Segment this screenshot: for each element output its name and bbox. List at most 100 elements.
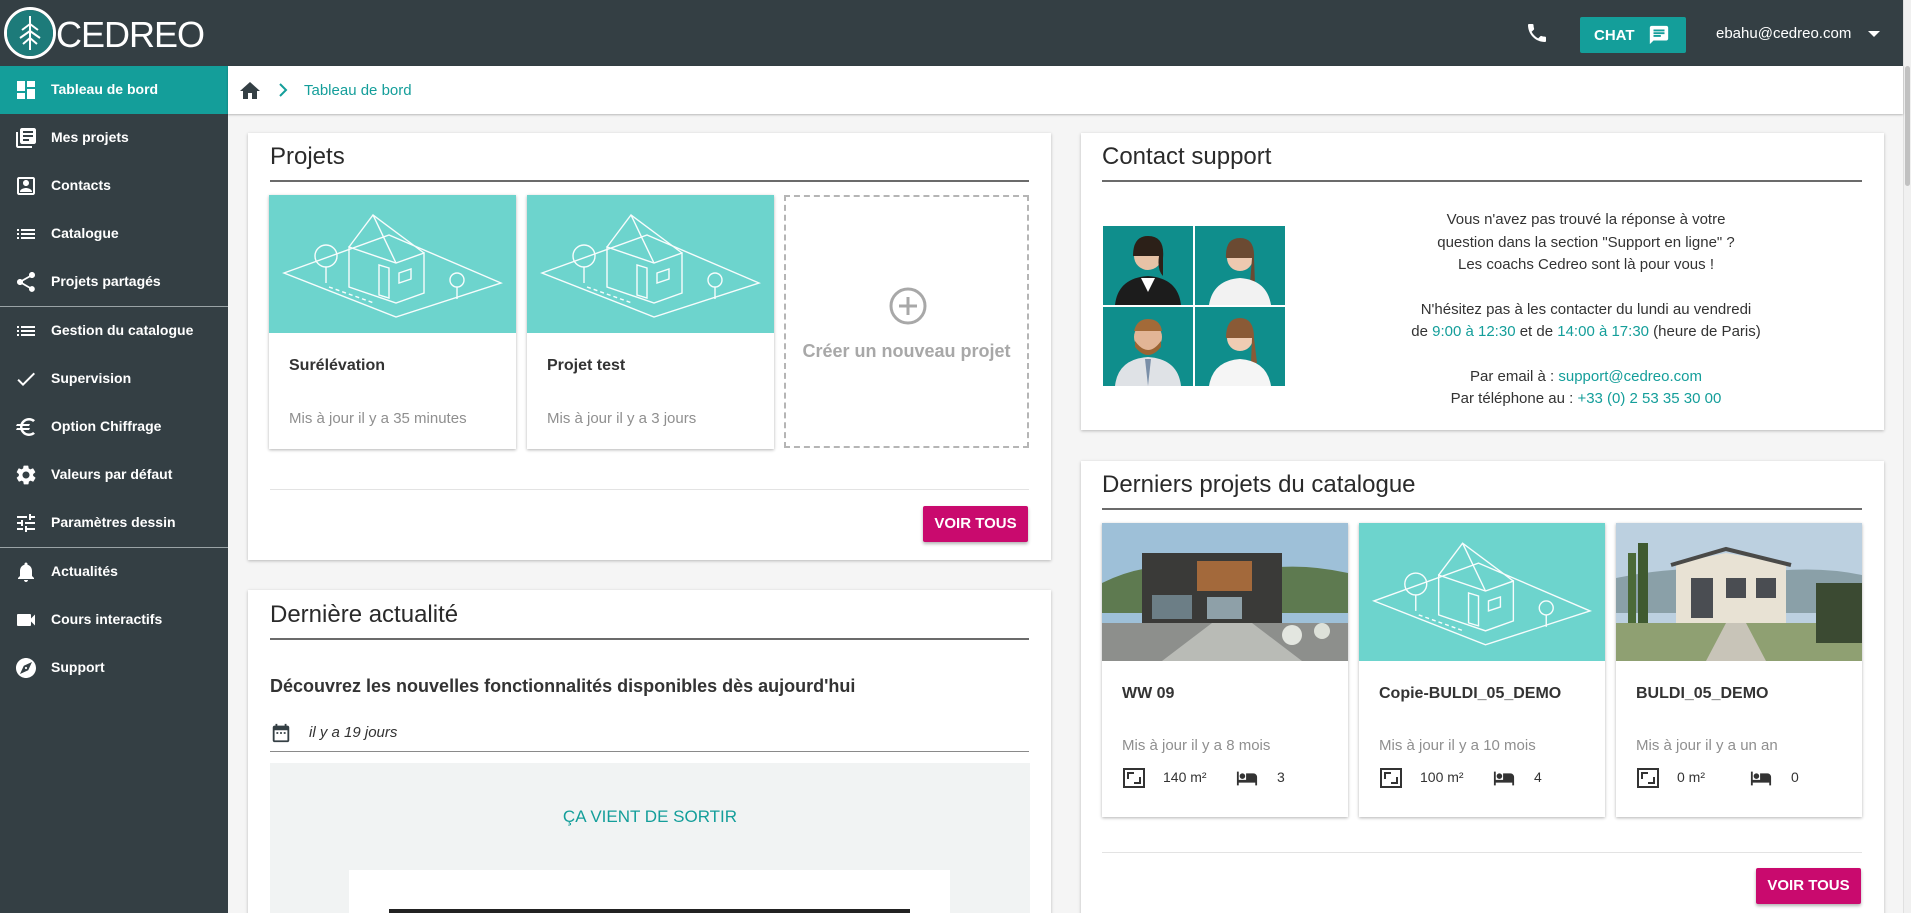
sidebar-item-label: Projets partagés — [51, 273, 161, 289]
add-circle-icon — [889, 287, 927, 325]
sidebar-item-drawing-settings[interactable]: Paramètres dessin — [0, 499, 228, 547]
phone-icon[interactable] — [1525, 21, 1549, 45]
news-card-title: Dernière actualité — [270, 601, 459, 628]
projects-title: Projets — [270, 143, 345, 170]
bed-icon — [1750, 771, 1772, 786]
list-icon — [17, 326, 35, 336]
hours-middle: et de — [1515, 323, 1558, 340]
hours-afternoon: 14:00 à 17:30 — [1557, 323, 1650, 340]
sidebar-item-dashboard[interactable]: Tableau de bord — [0, 66, 228, 114]
house-thumbnail-icon — [527, 195, 774, 333]
project-name: Surélévation — [289, 357, 386, 374]
catalog-project-area: 0 m² — [1677, 769, 1705, 785]
divider — [1102, 852, 1862, 853]
project-card-surelevation[interactable]: Surélévation Mis à jour il y a 35 minute… — [269, 195, 516, 449]
coach-photo — [1103, 307, 1193, 386]
sliders-icon — [17, 514, 35, 532]
catalog-project-bedrooms: 0 — [1791, 769, 1799, 785]
sidebar-item-catalogue[interactable]: Catalogue — [0, 210, 228, 258]
support-phone-line: Par téléphone au : +33 (0) 2 53 35 30 00 — [1310, 388, 1862, 411]
news-banner-label: ÇA VIENT DE SORTIR — [562, 807, 738, 826]
sidebar-item-news[interactable]: Actualités — [0, 548, 228, 596]
compass-icon — [16, 658, 36, 678]
see-all-projects-button[interactable]: VOIR TOUS — [923, 506, 1028, 542]
chat-button-label: CHAT — [1594, 27, 1635, 44]
area-icon — [1380, 768, 1402, 788]
area-icon — [1637, 768, 1659, 788]
divider — [270, 751, 1029, 752]
catalog-project-bedrooms: 4 — [1534, 769, 1542, 785]
sidebar-item-my-projects[interactable]: Mes projets — [0, 114, 228, 162]
sidebar-item-label: Paramètres dessin — [51, 514, 176, 530]
news-banner[interactable]: ÇA VIENT DE SORTIR — [270, 763, 1030, 913]
support-line: Vous n'avez pas trouvé la réponse à votr… — [1446, 211, 1726, 228]
catalog-project-card[interactable]: WW 09 Mis à jour il y a 8 mois 140 m² 3 — [1102, 523, 1348, 817]
support-team-photos — [1103, 226, 1285, 386]
chevron-down-icon[interactable] — [1868, 31, 1880, 37]
support-hours: de 9:00 à 12:30 et de 14:00 à 17:30 (heu… — [1310, 321, 1862, 344]
coach-photo — [1195, 307, 1285, 386]
list-icon — [17, 229, 35, 239]
support-phone-link[interactable]: +33 (0) 2 53 35 30 00 — [1577, 390, 1721, 407]
support-line: N'hésitez pas à les contacter du lundi a… — [1420, 300, 1752, 318]
bed-icon — [1493, 771, 1515, 786]
euro-icon — [16, 418, 35, 436]
projects-icon — [16, 128, 36, 148]
title-divider — [1102, 180, 1862, 182]
title-divider — [270, 180, 1029, 182]
sidebar-item-supervision[interactable]: Supervision — [0, 355, 228, 403]
area-icon — [1123, 768, 1145, 788]
breadcrumb-current[interactable]: Tableau de bord — [304, 82, 412, 99]
catalog-project-card[interactable]: BULDI_05_DEMO Mis à jour il y a un an 0 … — [1616, 523, 1862, 817]
top-bar: CEDREO CHAT ebahu@cedreo.com — [0, 0, 1911, 66]
catalog-project-updated: Mis à jour il y a un an — [1636, 737, 1778, 754]
sidebar-item-label: Support — [51, 659, 105, 675]
sidebar-item-pricing-option[interactable]: Option Chiffrage — [0, 403, 228, 451]
cedreo-logo-icon[interactable] — [4, 7, 56, 59]
support-email-link[interactable]: support@cedreo.com — [1558, 368, 1702, 385]
calendar-icon — [272, 723, 290, 743]
catalog-project-name: WW 09 — [1122, 685, 1175, 702]
sidebar-item-label: Tableau de bord — [51, 81, 159, 97]
house-photo — [1102, 523, 1348, 661]
email-label: Par email à : — [1469, 367, 1559, 385]
sidebar-item-catalogue-management[interactable]: Gestion du catalogue — [0, 307, 228, 355]
catalog-project-name: Copie-BULDI_05_DEMO — [1379, 685, 1562, 702]
chat-icon — [1649, 25, 1669, 45]
chat-button[interactable]: CHAT — [1580, 17, 1686, 53]
project-updated: Mis à jour il y a 3 jours — [547, 410, 697, 427]
sidebar-item-label: Valeurs par défaut — [51, 466, 173, 482]
see-all-catalog-button[interactable]: VOIR TOUS — [1756, 868, 1861, 904]
sidebar-item-label: Contacts — [51, 177, 111, 193]
catalog-project-name: BULDI_05_DEMO — [1636, 685, 1769, 702]
check-icon — [17, 372, 35, 386]
catalog-project-bedrooms: 3 — [1277, 769, 1285, 785]
project-updated: Mis à jour il y a 35 minutes — [289, 410, 467, 427]
support-text: Vous n'avez pas trouvé la réponse à votr… — [1310, 209, 1862, 411]
hours-prefix: de — [1411, 323, 1433, 340]
catalog-project-updated: Mis à jour il y a 10 mois — [1379, 737, 1536, 754]
sidebar-item-label: Mes projets — [51, 129, 129, 145]
news-image — [349, 870, 950, 913]
support-card-title: Contact support — [1102, 143, 1272, 170]
create-project-button[interactable]: Créer un nouveau projet — [784, 195, 1029, 448]
sidebar-item-default-values[interactable]: Valeurs par défaut — [0, 451, 228, 499]
sidebar-item-contacts[interactable]: Contacts — [0, 162, 228, 210]
video-icon — [17, 614, 35, 626]
sidebar-item-support[interactable]: Support — [0, 644, 228, 692]
home-icon[interactable] — [238, 79, 262, 103]
sidebar-item-label: Gestion du catalogue — [51, 322, 194, 338]
sidebar-item-shared-projects[interactable]: Projets partagés — [0, 258, 228, 306]
dashboard-icon — [17, 81, 35, 99]
house-photo — [1616, 523, 1862, 661]
project-card-projet-test[interactable]: Projet test Mis à jour il y a 3 jours — [527, 195, 774, 449]
catalog-project-card[interactable]: Copie-BULDI_05_DEMO Mis à jour il y a 10… — [1359, 523, 1605, 817]
user-email[interactable]: ebahu@cedreo.com — [1716, 25, 1851, 42]
news-headline[interactable]: Découvrez les nouvelles fonctionnalités … — [270, 676, 855, 697]
hours-morning: 9:00 à 12:30 — [1432, 323, 1516, 340]
sidebar-item-interactive-courses[interactable]: Cours interactifs — [0, 596, 228, 644]
scrollbar-thumb[interactable] — [1905, 66, 1910, 186]
house-thumbnail-icon — [1359, 523, 1605, 661]
coach-photo — [1103, 226, 1193, 305]
